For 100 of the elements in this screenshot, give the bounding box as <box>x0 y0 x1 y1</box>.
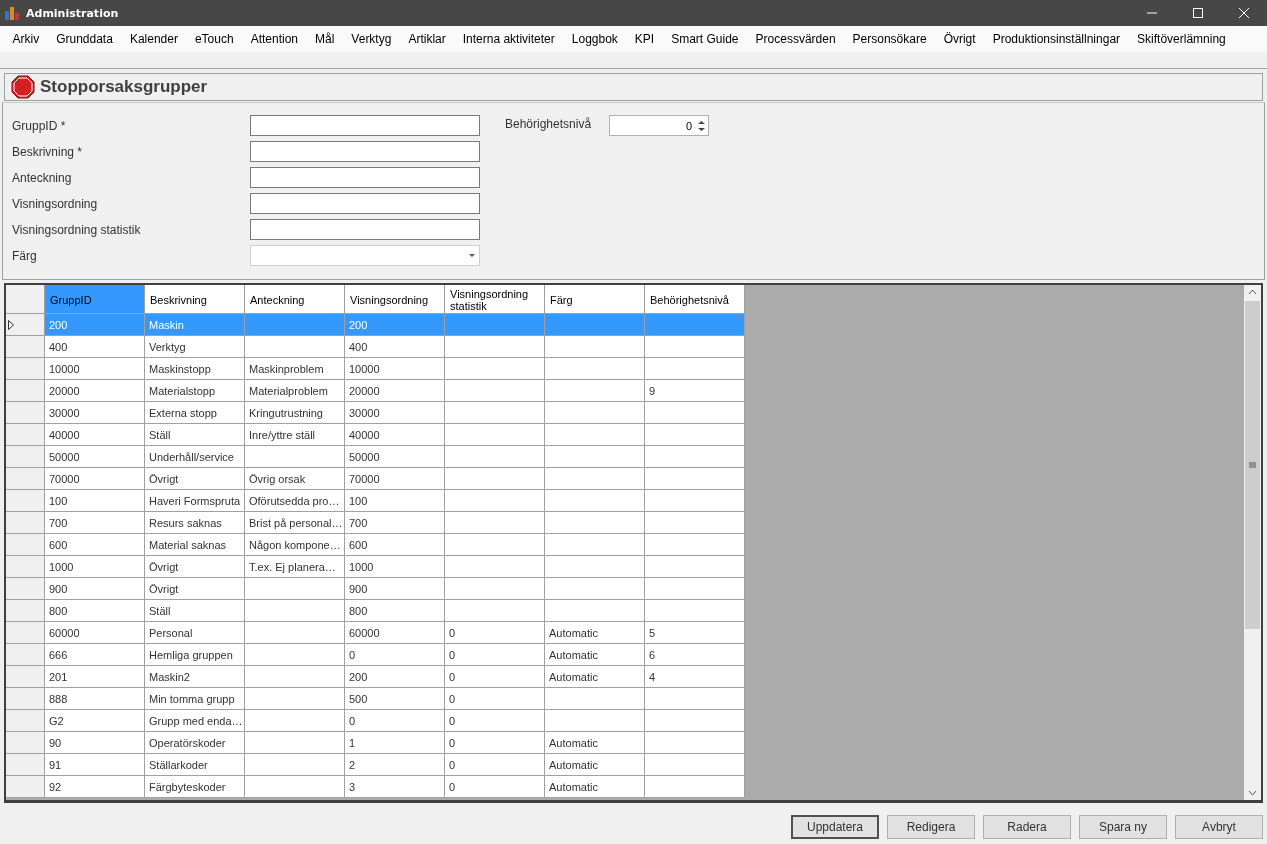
menu-item[interactable]: Produktionsinställningar <box>984 29 1129 49</box>
table-cell: Maskinproblem <box>245 358 345 380</box>
field-label: Visningsordning <box>11 196 99 211</box>
row-header[interactable] <box>6 666 45 688</box>
dropdown[interactable] <box>250 245 480 266</box>
row-header[interactable] <box>6 556 45 578</box>
grid-corner-header[interactable] <box>6 285 45 314</box>
table-cell: 200 <box>345 666 445 688</box>
row-header[interactable] <box>6 314 45 336</box>
action-button[interactable]: Redigera <box>887 815 975 839</box>
field-label: Visningsordning statistik <box>11 222 142 237</box>
menu-item[interactable]: Processvärden <box>747 29 845 49</box>
menu-item[interactable]: Skiftöverlämning <box>1128 29 1235 49</box>
menu-item[interactable]: KPI <box>626 29 663 49</box>
row-header[interactable] <box>6 512 45 534</box>
row-header[interactable] <box>6 336 45 358</box>
table-cell: 1000 <box>45 556 145 578</box>
number-spinner[interactable]: 0 <box>609 115 710 136</box>
action-button[interactable]: Uppdatera <box>791 815 879 839</box>
table-cell: 1 <box>345 732 445 754</box>
table-cell: 70000 <box>345 468 445 490</box>
table-cell: Automatic <box>545 666 645 688</box>
table-cell: Färgbyteskoder <box>145 776 245 798</box>
row-header[interactable] <box>6 468 45 490</box>
menu-item[interactable]: Artiklar <box>399 29 455 49</box>
row-header[interactable] <box>6 424 45 446</box>
input-field[interactable] <box>250 219 480 240</box>
menu-item[interactable]: Kalender <box>121 29 187 49</box>
column-header[interactable]: GruppID <box>45 285 145 314</box>
column-header[interactable]: Färg <box>545 285 645 314</box>
table-cell: Övrigt <box>145 556 245 578</box>
table-cell: 0 <box>445 622 545 644</box>
column-header[interactable]: Anteckning <box>245 285 345 314</box>
table-cell: Min tomma grupp <box>145 688 245 710</box>
table-cell: Materialproblem <box>245 380 345 402</box>
row-header[interactable] <box>6 402 45 424</box>
input-field[interactable] <box>250 115 480 136</box>
menu-item[interactable]: Smart Guide <box>662 29 748 49</box>
stop-sign-icon <box>11 75 35 99</box>
field-label: Anteckning <box>11 170 73 185</box>
row-header[interactable] <box>6 688 45 710</box>
menu-item[interactable]: Grunddata <box>47 29 122 49</box>
row-header[interactable] <box>6 644 45 666</box>
menu-item[interactable]: Övrigt <box>935 29 985 49</box>
row-header[interactable] <box>6 534 45 556</box>
row-header[interactable] <box>6 358 45 380</box>
table-cell: 40000 <box>345 424 445 446</box>
scrollbar[interactable] <box>1244 285 1261 800</box>
bar-chart-icon <box>4 5 20 21</box>
table-cell: Material saknas <box>145 534 245 556</box>
table-cell: 600 <box>345 534 445 556</box>
field-label: Behörighetsnivå <box>505 117 592 131</box>
table-cell: Hemliga gruppen <box>145 644 245 666</box>
table-cell: 900 <box>45 578 145 600</box>
table-cell: 90 <box>45 732 145 754</box>
table-cell: 800 <box>345 600 445 622</box>
action-button[interactable]: Avbryt <box>1175 815 1263 839</box>
menu-item[interactable]: Interna aktiviteter <box>454 29 564 49</box>
table-cell: 900 <box>345 578 445 600</box>
row-header[interactable] <box>6 776 45 798</box>
row-header[interactable] <box>6 754 45 776</box>
column-header[interactable]: Visningsordning statistik <box>445 285 545 314</box>
row-header[interactable] <box>6 446 45 468</box>
scroll-thumb[interactable] <box>1245 301 1260 629</box>
table-cell: 200 <box>345 314 445 336</box>
row-header[interactable] <box>6 710 45 732</box>
current-row-arrow-icon <box>8 319 14 330</box>
table-cell: 0 <box>445 666 545 688</box>
table-cell: 0 <box>445 732 545 754</box>
input-field[interactable] <box>250 193 480 214</box>
row-header[interactable] <box>6 490 45 512</box>
input-field[interactable] <box>250 141 480 162</box>
row-header[interactable] <box>6 578 45 600</box>
table-cell: 20000 <box>345 380 445 402</box>
table-cell: 1000 <box>345 556 445 578</box>
row-header[interactable] <box>6 732 45 754</box>
field-label: GruppID * <box>11 118 67 133</box>
column-header[interactable]: Visningsordning <box>345 285 445 314</box>
menu-item[interactable]: Mål <box>306 29 343 49</box>
row-header[interactable] <box>6 622 45 644</box>
field-label: Beskrivning * <box>11 144 84 159</box>
column-header[interactable]: Beskrivning <box>145 285 245 314</box>
action-button[interactable]: Radera <box>983 815 1071 839</box>
menu-item[interactable]: Verktyg <box>342 29 400 49</box>
column-header[interactable]: Behörighetsnivå <box>645 285 745 314</box>
row-header[interactable] <box>6 600 45 622</box>
menu-item[interactable]: Loggbok <box>563 29 627 49</box>
table-cell: 70000 <box>45 468 145 490</box>
table-cell: Automatic <box>545 622 645 644</box>
menu-item[interactable]: Personsökare <box>844 29 936 49</box>
input-field[interactable] <box>250 167 480 188</box>
menu-item[interactable]: Arkiv <box>4 29 48 49</box>
menu-item[interactable]: eTouch <box>186 29 243 49</box>
table-cell: Automatic <box>545 644 645 666</box>
table-cell: 30000 <box>45 402 145 424</box>
row-header[interactable] <box>6 380 45 402</box>
table-cell: Maskinstopp <box>145 358 245 380</box>
menu-item[interactable]: Attention <box>242 29 307 49</box>
action-button[interactable]: Spara ny <box>1079 815 1167 839</box>
table-cell: Operatörskoder <box>145 732 245 754</box>
